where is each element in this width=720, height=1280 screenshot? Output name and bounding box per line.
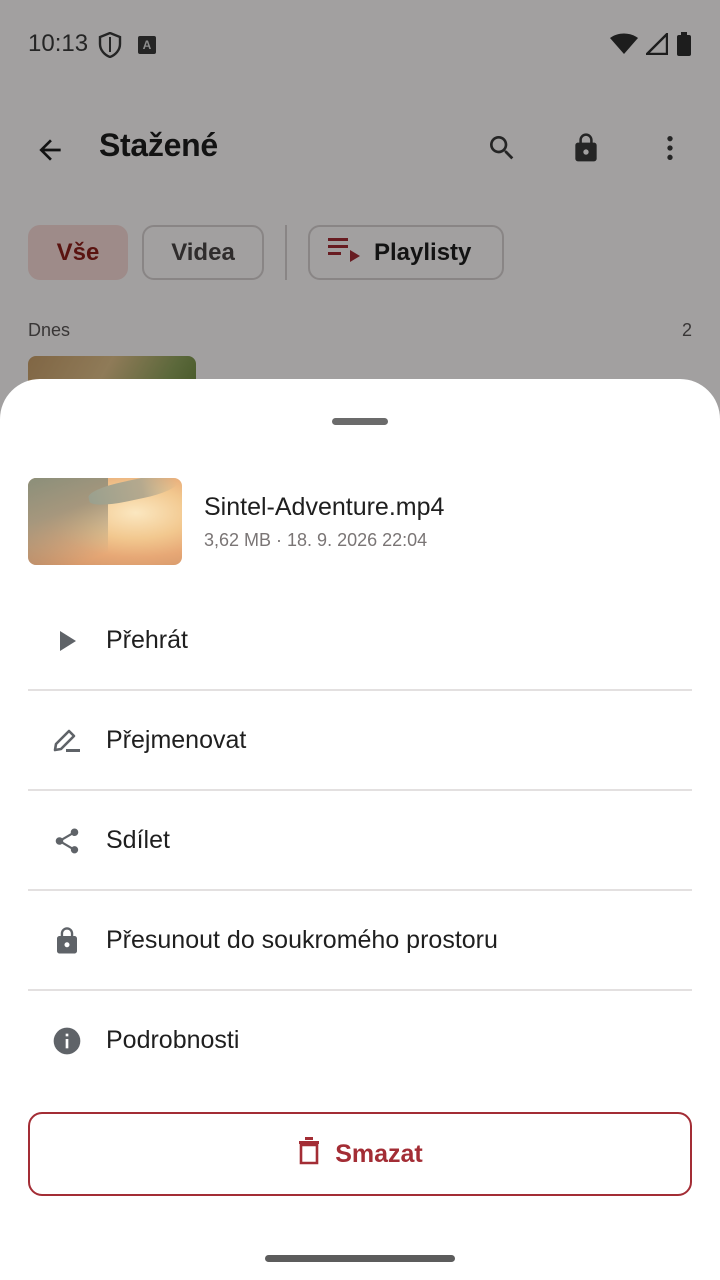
play-icon <box>48 627 86 655</box>
menu-item-share[interactable]: Sdílet <box>0 791 720 891</box>
delete-button[interactable]: Smazat <box>28 1112 692 1196</box>
file-meta: 3,62 MB · 18. 9. 2026 22:04 <box>204 530 428 550</box>
menu-item-move-private[interactable]: Přesunout do soukromého prostoru <box>0 891 720 991</box>
menu-item-label: Přejmenovat <box>106 726 247 754</box>
edit-icon <box>48 727 86 755</box>
action-menu: Přehrát Přejmenovat Sdílet Přesunout do … <box>0 591 720 1091</box>
menu-item-label: Přehrát <box>106 626 188 654</box>
delete-label: Smazat <box>335 1139 423 1168</box>
menu-item-label: Přesunout do soukromého prostoru <box>106 926 498 954</box>
menu-item-rename[interactable]: Přejmenovat <box>0 691 720 791</box>
menu-item-label: Sdílet <box>106 826 170 854</box>
drag-handle[interactable] <box>332 418 388 425</box>
trash-icon <box>297 1136 321 1172</box>
menu-item-details[interactable]: Podrobnosti <box>0 991 720 1091</box>
share-icon <box>48 827 86 855</box>
info-icon <box>48 1027 86 1055</box>
file-thumbnail <box>28 478 182 565</box>
bottom-sheet: Sintel-Adventure.mp4 3,62 MB · 18. 9. 20… <box>0 379 720 1280</box>
gesture-nav-bar[interactable] <box>265 1255 455 1262</box>
lock-icon <box>48 927 86 955</box>
menu-item-label: Podrobnosti <box>106 1026 240 1054</box>
menu-item-play[interactable]: Přehrát <box>0 591 720 691</box>
file-name: Sintel-Adventure.mp4 <box>204 493 445 521</box>
